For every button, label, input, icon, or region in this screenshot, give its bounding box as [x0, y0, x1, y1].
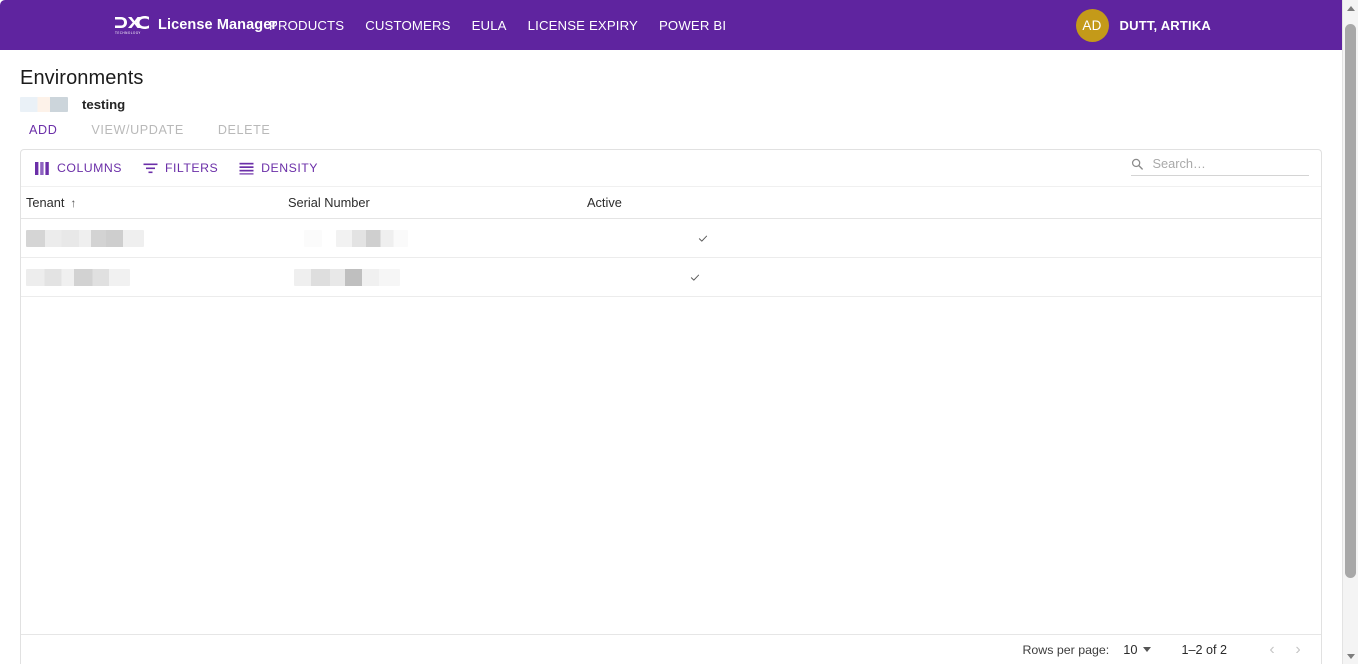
rows-per-page-label: Rows per page:	[1022, 643, 1109, 657]
next-page-button: ›	[1285, 637, 1311, 663]
rows-per-page-value: 10	[1123, 642, 1137, 657]
redacted-serial-value	[294, 269, 400, 286]
cell-active	[400, 270, 700, 285]
columns-button[interactable]: COLUMNS	[29, 157, 128, 179]
cell-serial-number	[130, 269, 400, 286]
chevron-down-icon	[1143, 647, 1151, 652]
column-header-serial-number[interactable]: Serial Number	[288, 195, 587, 210]
user-name-label: DUTT, ARTIKA	[1120, 18, 1211, 33]
search-icon	[1131, 157, 1143, 171]
browser-viewport: TECHNOLOGY License Manager PRODUCTS CUST…	[0, 0, 1358, 664]
filter-icon	[143, 162, 158, 175]
check-icon	[698, 231, 708, 246]
redacted-tenant-value	[26, 269, 130, 286]
scroll-up-button[interactable]	[1343, 0, 1358, 16]
environments-data-grid: COLUMNS FILTERS	[20, 149, 1322, 664]
column-header-tenant-label: Tenant	[26, 195, 64, 210]
grid-toolbar: COLUMNS FILTERS	[21, 150, 1321, 186]
triangle-down-icon	[1347, 654, 1355, 659]
user-menu[interactable]: AD DUTT, ARTIKA	[1076, 9, 1211, 42]
density-button[interactable]: DENSITY	[233, 157, 324, 179]
table-row[interactable]	[21, 258, 1321, 297]
avatar: AD	[1076, 9, 1109, 42]
page-subtitle: testing	[82, 97, 125, 112]
cell-tenant	[21, 269, 130, 286]
columns-button-label: COLUMNS	[57, 161, 122, 175]
table-row[interactable]	[21, 219, 1321, 258]
density-icon	[239, 162, 254, 175]
brand-title: License Manager	[158, 17, 277, 33]
pagination-range-label: 1–2 of 2	[1181, 643, 1227, 657]
nav-item-products[interactable]: PRODUCTS	[269, 18, 344, 33]
record-action-bar: ADD VIEW/UPDATE DELETE	[29, 123, 270, 137]
rows-per-page-select[interactable]: 10	[1123, 642, 1151, 657]
scrollbar-thumb[interactable]	[1345, 24, 1356, 578]
search-input[interactable]	[1150, 155, 1309, 172]
nav-item-customers[interactable]: CUSTOMERS	[365, 18, 450, 33]
filters-button-label: FILTERS	[165, 161, 218, 175]
nav-item-power-bi[interactable]: POWER BI	[659, 18, 726, 33]
nav-item-license-expiry[interactable]: LICENSE EXPIRY	[528, 18, 638, 33]
view-update-button: VIEW/UPDATE	[91, 123, 183, 137]
grid-header-row: Tenant ↑ Serial Number Active	[21, 186, 1321, 219]
density-button-label: DENSITY	[261, 161, 318, 175]
scroll-down-button[interactable]	[1343, 648, 1358, 664]
brand-block[interactable]: TECHNOLOGY License Manager	[114, 13, 277, 37]
filters-button[interactable]: FILTERS	[137, 157, 224, 179]
nav-item-eula[interactable]: EULA	[472, 18, 507, 33]
redacted-serial-value-prefix	[304, 230, 322, 247]
cell-tenant	[21, 230, 144, 247]
browser-scrollbar[interactable]	[1342, 0, 1358, 664]
add-button[interactable]: ADD	[29, 123, 57, 137]
delete-button: DELETE	[218, 123, 271, 137]
grid-search[interactable]	[1131, 155, 1309, 176]
column-header-serial-number-label: Serial Number	[288, 195, 370, 210]
redacted-tenant-value	[26, 230, 144, 247]
cell-active	[408, 231, 708, 246]
columns-icon	[35, 162, 50, 175]
page-canvas: TECHNOLOGY License Manager PRODUCTS CUST…	[0, 0, 1342, 664]
sort-ascending-icon: ↑	[70, 197, 76, 209]
check-icon	[690, 270, 700, 285]
redacted-tenant-name	[20, 97, 68, 112]
column-header-tenant[interactable]: Tenant ↑	[21, 195, 288, 210]
previous-page-button: ‹	[1259, 637, 1285, 663]
svg-text:TECHNOLOGY: TECHNOLOGY	[114, 31, 141, 35]
column-header-active[interactable]: Active	[587, 195, 887, 210]
cell-serial-number	[144, 230, 408, 247]
dxc-technology-logo-icon: TECHNOLOGY	[114, 14, 150, 36]
column-header-active-label: Active	[587, 195, 622, 210]
grid-body	[21, 219, 1321, 297]
grid-pagination-footer: Rows per page: 10 1–2 of 2 ‹ ›	[21, 634, 1321, 664]
app-header-bar: TECHNOLOGY License Manager PRODUCTS CUST…	[0, 0, 1342, 50]
page-subtitle-row: testing	[20, 96, 125, 113]
primary-navigation: PRODUCTS CUSTOMERS EULA LICENSE EXPIRY P…	[269, 18, 726, 33]
page-title: Environments	[20, 67, 143, 90]
redacted-serial-value	[336, 230, 408, 247]
triangle-up-icon	[1347, 6, 1355, 11]
